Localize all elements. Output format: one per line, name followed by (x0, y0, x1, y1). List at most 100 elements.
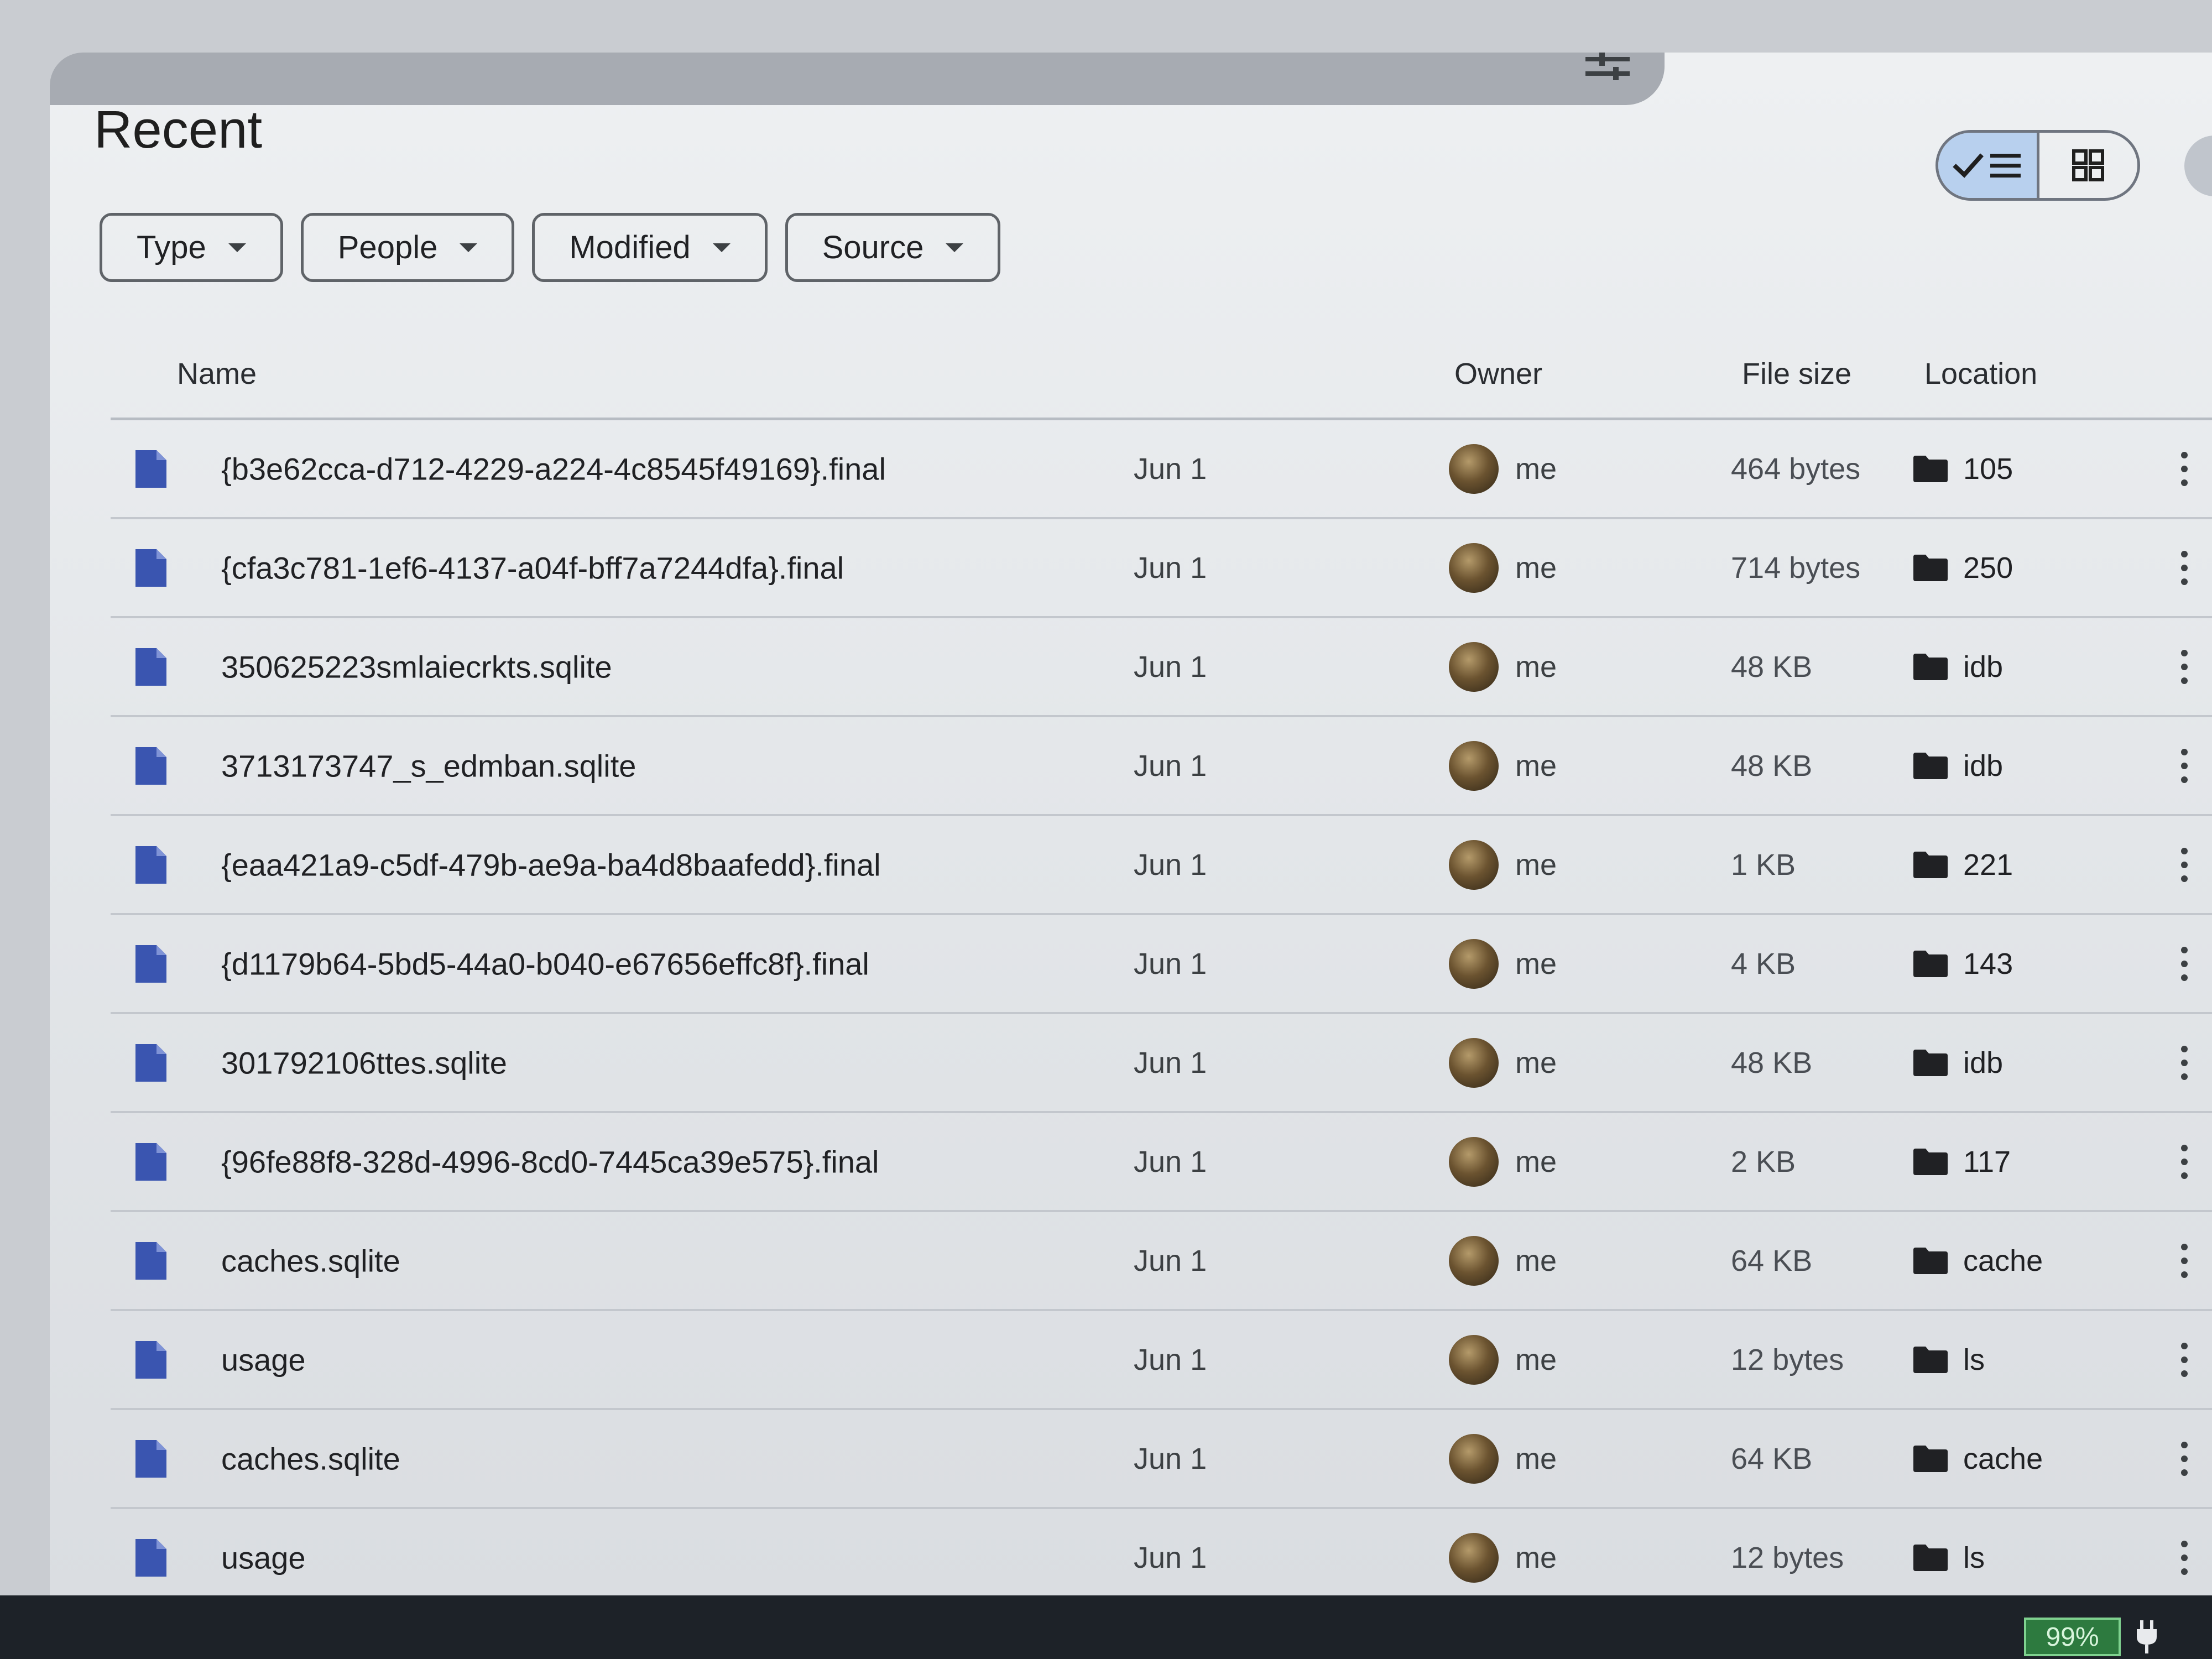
file-location[interactable]: ls (1963, 1343, 1985, 1377)
modified-date: Jun 1 (1134, 1541, 1207, 1574)
name-column-header[interactable]: Name (177, 357, 257, 391)
file-location[interactable]: idb (1963, 1046, 2003, 1080)
folder-icon (1913, 1346, 1948, 1373)
file-name[interactable]: 301792106ttes.sqlite (221, 1045, 507, 1081)
avatar (1449, 1235, 1499, 1286)
file-icon (135, 1044, 166, 1082)
file-icon (135, 549, 166, 587)
file-location[interactable]: 143 (1963, 947, 2013, 981)
file-icon (135, 1241, 166, 1280)
modified-date: Jun 1 (1134, 650, 1207, 684)
table-row[interactable]: {d1179b64-5bd5-44a0-b040-e67656effc8f}.f… (111, 915, 2212, 1014)
more-vert-icon[interactable] (2179, 450, 2190, 488)
file-location[interactable]: cache (1963, 1442, 2043, 1476)
file-name[interactable]: {d1179b64-5bd5-44a0-b040-e67656effc8f}.f… (221, 946, 869, 982)
folder-icon (1913, 1247, 1948, 1274)
file-name[interactable]: {eaa421a9-c5df-479b-ae9a-ba4d8baafedd}.f… (221, 847, 881, 883)
owner-name: me (1515, 947, 1557, 980)
file-name[interactable]: usage (221, 1540, 306, 1575)
location-column-header[interactable]: Location (1924, 357, 2037, 391)
file-location[interactable]: 221 (1963, 848, 2013, 882)
battery-indicator: 99% (2024, 1618, 2121, 1656)
more-vert-icon[interactable] (2179, 549, 2190, 587)
file-size: 64 KB (1731, 1442, 1813, 1475)
avatar (1449, 641, 1499, 692)
file-size: 12 bytes (1731, 1541, 1844, 1574)
more-vert-icon[interactable] (2179, 747, 2190, 785)
caret-down-icon (460, 243, 478, 252)
list-view-button[interactable] (1938, 133, 2039, 198)
type-filter-chip[interactable]: Type (100, 213, 283, 282)
file-icon (135, 648, 166, 686)
table-row[interactable]: 3713173747_s_edmban.sqlite Jun 1 me 48 K… (111, 717, 2212, 816)
file-name[interactable]: {b3e62cca-d712-4229-a224-4c8545f49169}.f… (221, 451, 886, 487)
avatar (1449, 1037, 1499, 1088)
modified-date: Jun 1 (1134, 1343, 1207, 1376)
grid-icon (2072, 149, 2105, 181)
file-name[interactable]: 350625223smlaiecrkts.sqlite (221, 649, 612, 685)
chip-label: Source (822, 229, 924, 265)
file-location[interactable]: idb (1963, 749, 2003, 783)
more-vert-icon[interactable] (2179, 1340, 2190, 1379)
file-name[interactable]: usage (221, 1342, 306, 1378)
file-location[interactable]: 117 (1963, 1145, 2011, 1179)
avatar (1449, 444, 1499, 494)
owner-name: me (1515, 551, 1557, 585)
file-icon (135, 1142, 166, 1181)
table-row[interactable]: usage Jun 1 me 12 bytes ls (111, 1509, 2212, 1595)
avatar (1449, 1433, 1499, 1484)
file-location[interactable]: ls (1963, 1541, 1985, 1575)
caret-down-icon (946, 243, 964, 252)
more-vert-icon[interactable] (2179, 1241, 2190, 1280)
more-vert-icon[interactable] (2179, 1044, 2190, 1082)
grid-view-button[interactable] (2039, 133, 2138, 198)
file-icon (135, 1439, 166, 1478)
table-row[interactable]: {eaa421a9-c5df-479b-ae9a-ba4d8baafedd}.f… (111, 816, 2212, 915)
more-vert-icon[interactable] (2179, 945, 2190, 983)
folder-icon (1913, 455, 1948, 482)
owner-name: me (1515, 1046, 1557, 1079)
folder-icon (1913, 653, 1948, 680)
modified-filter-chip[interactable]: Modified (532, 213, 768, 282)
more-vert-icon[interactable] (2179, 1439, 2190, 1478)
owner-column-header[interactable]: Owner (1454, 357, 1542, 391)
modified-date: Jun 1 (1134, 848, 1207, 881)
owner-name: me (1515, 1343, 1557, 1376)
more-vert-icon[interactable] (2179, 648, 2190, 686)
file-location[interactable]: idb (1963, 650, 2003, 684)
file-name[interactable]: {cfa3c781-1ef6-4137-a04f-bff7a7244dfa}.f… (221, 550, 844, 586)
people-filter-chip[interactable]: People (300, 213, 515, 282)
table-row[interactable]: {cfa3c781-1ef6-4137-a04f-bff7a7244dfa}.f… (111, 519, 2212, 618)
file-location[interactable]: 250 (1963, 551, 2013, 585)
size-column-header[interactable]: File size (1742, 357, 1851, 391)
file-name[interactable]: {96fe88f8-328d-4996-8cd0-7445ca39e575}.f… (221, 1144, 879, 1180)
view-toggle[interactable] (1936, 130, 2140, 201)
modified-date: Jun 1 (1134, 1145, 1207, 1178)
caret-down-icon (228, 243, 246, 252)
modified-date: Jun 1 (1134, 551, 1207, 585)
table-row[interactable]: caches.sqlite Jun 1 me 64 KB cache (111, 1410, 2212, 1509)
more-vert-icon[interactable] (2179, 1538, 2190, 1577)
table-row[interactable]: caches.sqlite Jun 1 me 64 KB cache (111, 1212, 2212, 1311)
table-row[interactable]: usage Jun 1 me 12 bytes ls (111, 1311, 2212, 1410)
file-location[interactable]: 105 (1963, 452, 2013, 486)
file-icon (135, 450, 166, 488)
folder-icon (1913, 950, 1948, 977)
table-row[interactable]: {b3e62cca-d712-4229-a224-4c8545f49169}.f… (111, 420, 2212, 519)
file-name[interactable]: 3713173747_s_edmban.sqlite (221, 748, 636, 784)
table-row[interactable]: {96fe88f8-328d-4996-8cd0-7445ca39e575}.f… (111, 1113, 2212, 1212)
modified-date: Jun 1 (1134, 1046, 1207, 1079)
table-row[interactable]: 301792106ttes.sqlite Jun 1 me 48 KB idb (111, 1014, 2212, 1113)
more-vert-icon[interactable] (2179, 1142, 2190, 1181)
file-location[interactable]: cache (1963, 1244, 2043, 1278)
file-size: 1 KB (1731, 848, 1796, 881)
source-filter-chip[interactable]: Source (785, 213, 1001, 282)
more-vert-icon[interactable] (2179, 846, 2190, 884)
info-button[interactable] (2184, 135, 2212, 196)
file-name[interactable]: caches.sqlite (221, 1441, 400, 1477)
file-icon (135, 846, 166, 884)
tune-icon[interactable] (1583, 53, 1632, 83)
table-row[interactable]: 350625223smlaiecrkts.sqlite Jun 1 me 48 … (111, 618, 2212, 717)
search-bar[interactable] (50, 53, 1665, 105)
file-name[interactable]: caches.sqlite (221, 1243, 400, 1279)
